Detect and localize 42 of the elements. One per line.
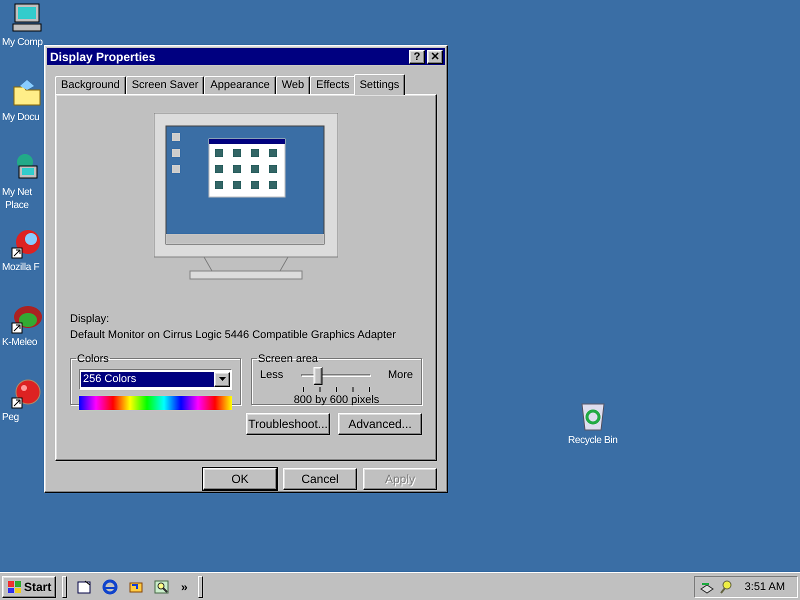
desktop-icon-label[interactable]: Recycle Bin: [568, 434, 618, 447]
slider-thumb[interactable]: [314, 366, 323, 385]
desktop-icon-label[interactable]: K-Meleo: [2, 336, 38, 349]
dialog-button[interactable]: OK: [203, 468, 277, 490]
more-label: More: [388, 368, 413, 383]
dialog-button[interactable]: Troubleshoot...: [246, 412, 330, 435]
tick-marks-drawing: [300, 386, 371, 392]
resolution-reading: 800 by 600 pixels: [294, 392, 380, 408]
desktop-icon-label[interactable]: My Net Place: [2, 186, 32, 212]
group-title: Colors: [76, 352, 110, 365]
dialog-button[interactable]: Cancel: [283, 468, 357, 490]
group-title: Screen area: [257, 352, 319, 365]
resolution-slider[interactable]: [300, 366, 371, 387]
window-title: Display Properties: [50, 50, 156, 64]
desktop-icon-label[interactable]: Peg: [2, 411, 19, 424]
tab[interactable]: Appearance: [204, 76, 276, 94]
dialog-button[interactable]: Advanced...: [338, 412, 422, 435]
desktop-icon-label[interactable]: Mozilla F: [2, 261, 40, 274]
clock: 3:51 AM: [744, 580, 785, 592]
close-button[interactable]: ✕: [427, 50, 443, 64]
computer-icon[interactable]: [11, 2, 43, 34]
tab[interactable]: Background: [55, 76, 126, 94]
less-label: Less: [260, 368, 284, 383]
tab[interactable]: Effects: [310, 76, 356, 94]
browser-icon[interactable]: [11, 227, 43, 259]
tab[interactable]: Web: [276, 76, 310, 94]
tab[interactable]: Screen Saver: [126, 76, 204, 94]
start-button[interactable]: Start: [2, 576, 56, 598]
desktop-icon: [76, 578, 92, 594]
ie-icon: [102, 578, 118, 594]
display-adapter-text: Default Monitor on Cirrus Logic 5446 Compatible Graphics Adapter: [70, 328, 397, 343]
colors-dropdown[interactable]: 256 Colors: [79, 368, 232, 390]
windows-flag-icon: [6, 580, 22, 594]
tab[interactable]: Settings: [354, 74, 406, 95]
desktop-icon-label[interactable]: My Docu: [2, 111, 40, 124]
more-chevron-button[interactable]: »: [177, 580, 192, 594]
help-button[interactable]: ?: [409, 50, 425, 64]
search-icon: [154, 578, 170, 594]
desktop-icon-label[interactable]: My Comp: [2, 36, 43, 49]
ball-icon[interactable]: [11, 377, 43, 409]
key-icon[interactable]: [719, 578, 733, 594]
display-label: Display:: [70, 312, 110, 327]
